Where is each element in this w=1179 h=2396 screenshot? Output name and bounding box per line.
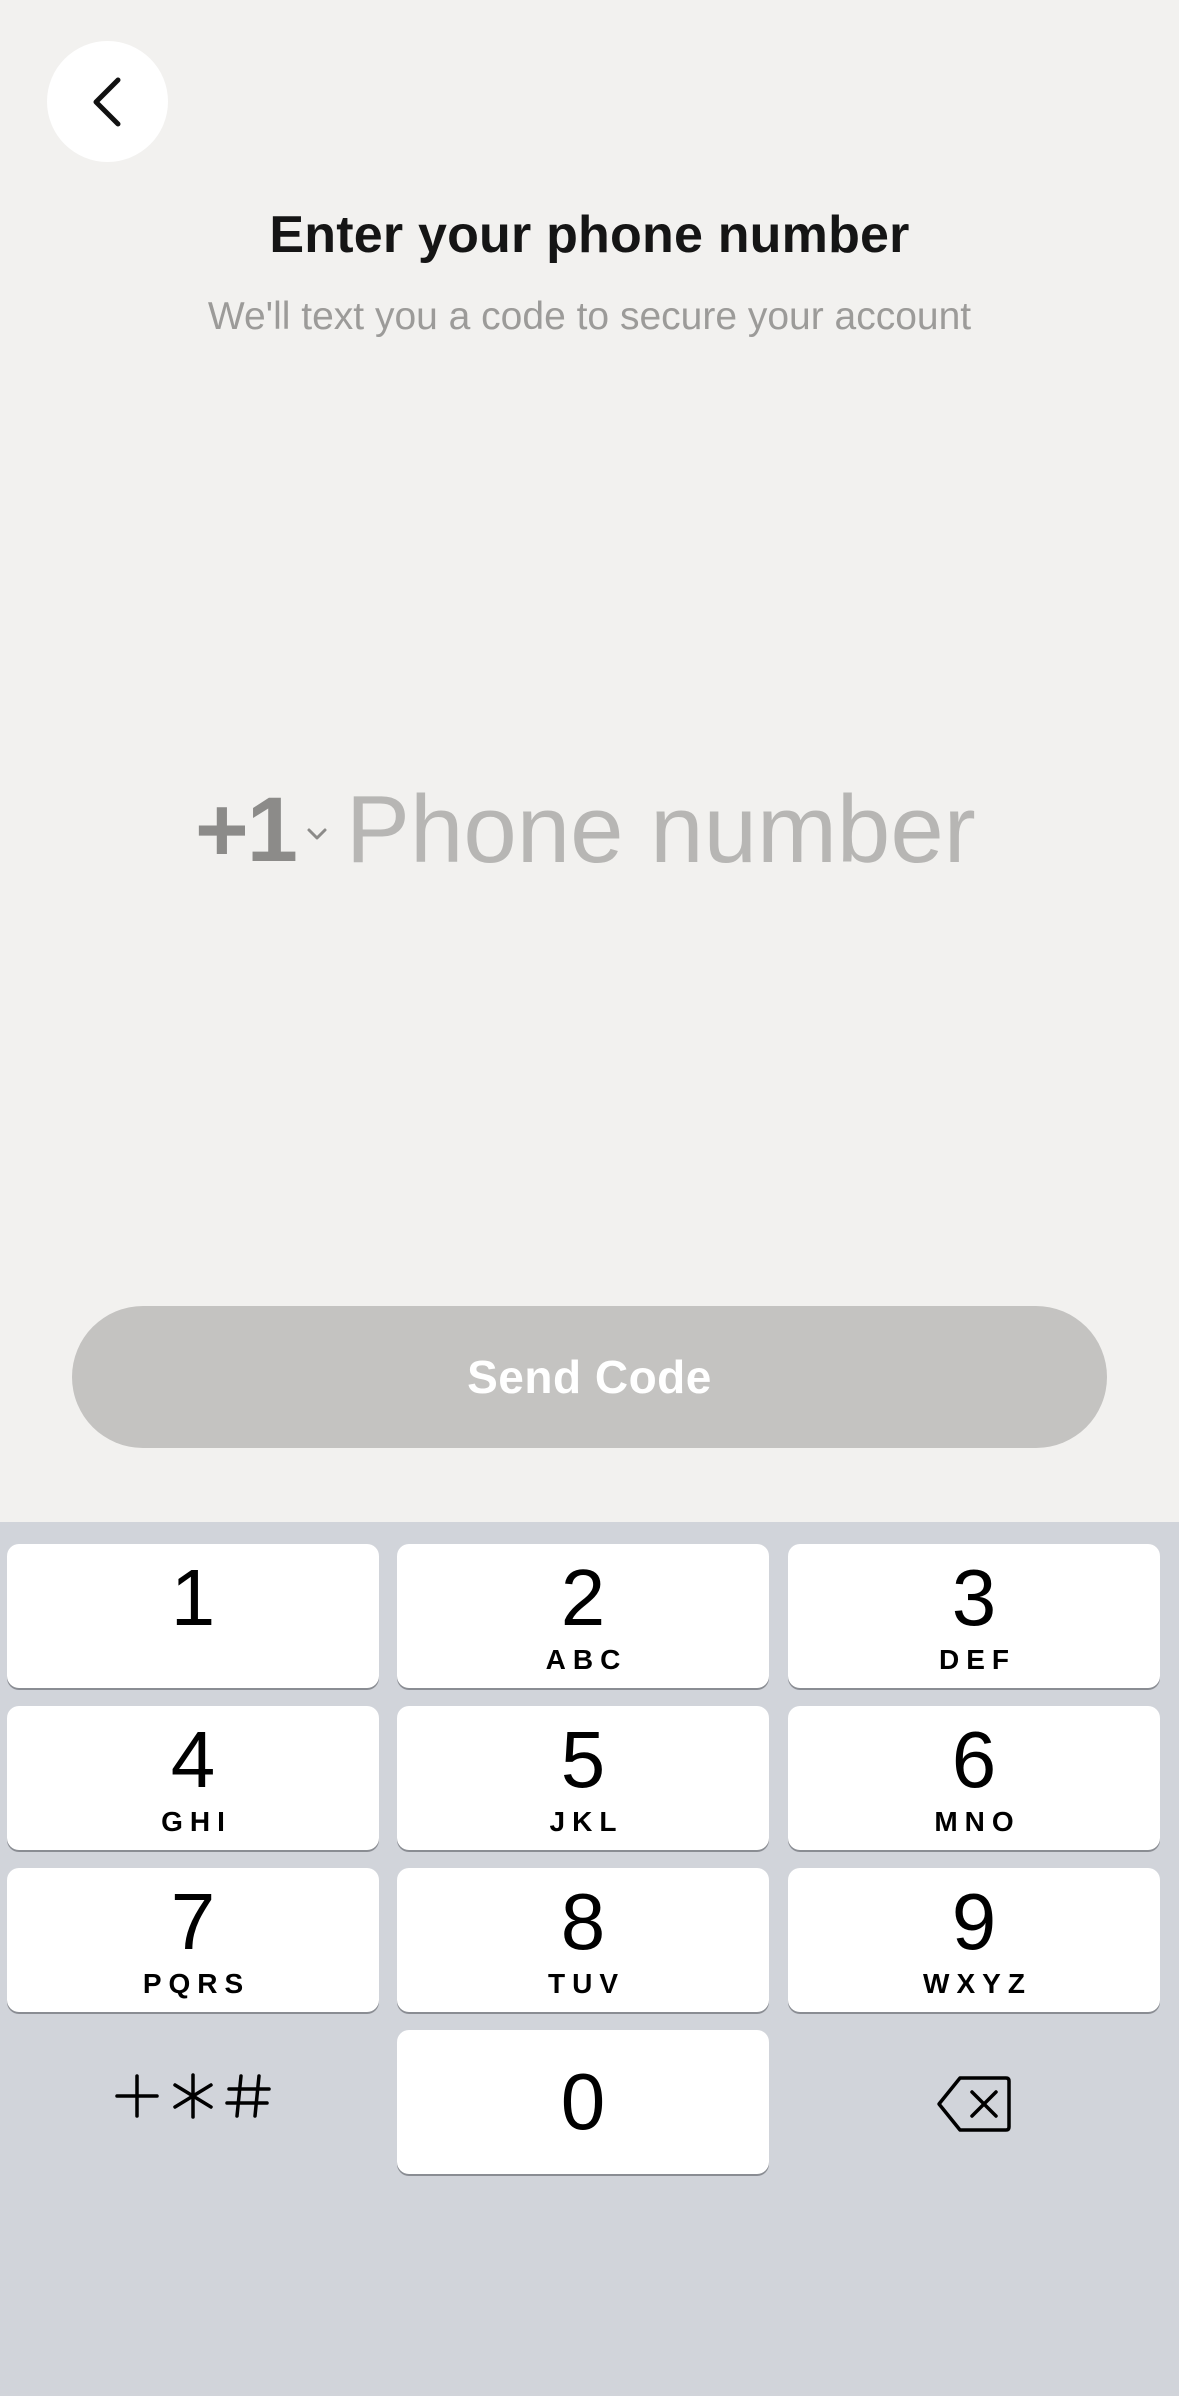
key-letters: MNO [934, 1806, 1021, 1837]
page-title: Enter your phone number [269, 206, 910, 264]
key-digit: 2 [560, 1553, 606, 1642]
back-button[interactable] [47, 41, 168, 162]
phone-entry-row: +1 [195, 770, 1106, 890]
key-letters: TUV [548, 1968, 625, 1999]
key-5[interactable]: 5 JKL [397, 1706, 769, 1850]
symbols-key[interactable] [7, 2030, 379, 2174]
key-digit: 7 [170, 1877, 216, 1966]
numeric-keypad: 1 2 ABC 3 DEF 4 GHI 5 JKL 6 MNO 7 PQRS 8 [0, 1522, 1179, 2396]
key-letters: JKL [549, 1806, 624, 1837]
key-letters: DEF [939, 1644, 1016, 1675]
key-letters: WXYZ [923, 1968, 1032, 1999]
plus-star-hash-icon [7, 2070, 379, 2122]
key-digit: 5 [560, 1715, 606, 1804]
key-digit: 0 [560, 2057, 606, 2146]
key-digit: 1 [170, 1553, 216, 1642]
chevron-down-icon [306, 827, 328, 841]
key-8[interactable]: 8 TUV [397, 1868, 769, 2012]
delete-key[interactable] [788, 2030, 1160, 2174]
key-6[interactable]: 6 MNO [788, 1706, 1160, 1850]
key-3[interactable]: 3 DEF [788, 1544, 1160, 1688]
key-letters: ABC [545, 1644, 628, 1675]
phone-number-input[interactable] [345, 770, 1106, 890]
key-digit: 6 [951, 1715, 997, 1804]
country-code-selector[interactable]: +1 [195, 784, 328, 876]
key-letters: PQRS [142, 1968, 251, 1999]
key-7[interactable]: 7 PQRS [7, 1868, 379, 2012]
key-9[interactable]: 9 WXYZ [788, 1868, 1160, 2012]
key-letters: GHI [161, 1806, 232, 1837]
key-digit: 4 [170, 1715, 216, 1804]
phone-entry-screen: Enter your phone number We'll text you a… [0, 0, 1179, 2396]
country-code: +1 [195, 779, 298, 881]
send-code-button[interactable]: Send Code [72, 1306, 1107, 1448]
key-digit: 3 [951, 1553, 997, 1642]
backspace-icon [788, 2074, 1160, 2134]
key-4[interactable]: 4 GHI [7, 1706, 379, 1850]
key-0[interactable]: 0 [397, 2030, 769, 2174]
page-subtitle: We'll text you a code to secure your acc… [207, 295, 972, 338]
key-digit: 8 [560, 1877, 606, 1966]
key-digit: 9 [951, 1877, 997, 1966]
key-1[interactable]: 1 [7, 1544, 379, 1688]
chevron-left-icon [93, 77, 120, 126]
key-2[interactable]: 2 ABC [397, 1544, 769, 1688]
